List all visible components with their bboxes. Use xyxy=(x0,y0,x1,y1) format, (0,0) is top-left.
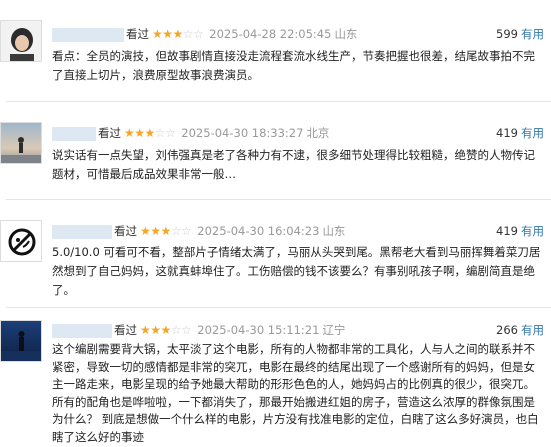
username[interactable] xyxy=(52,27,124,42)
review-time: 2025-04-28 22:05:45 xyxy=(209,27,332,41)
review-content: 5.0/10.0 可看可不看，整部片子情绪太满了，马丽从头哭到尾。黑帮老大看到马… xyxy=(52,245,541,297)
username[interactable] xyxy=(52,323,112,338)
vote-area: 419 有用 xyxy=(496,222,544,240)
review-location: 山东 xyxy=(334,27,358,41)
vote-area: 599 有用 xyxy=(496,25,544,43)
watched-label: 看过 xyxy=(98,126,121,140)
rating-stars: ★★★☆☆ xyxy=(152,27,204,41)
avatar[interactable] xyxy=(0,20,42,62)
username[interactable] xyxy=(52,224,112,239)
review-content: 看点：全员的演技，但故事剧情直接没走流程套流水线生产，节奏把握也很差，结尾故事拍… xyxy=(52,49,535,82)
review-meta: 看过 ★★★☆☆ 2025-04-30 15:11:21 辽宁 xyxy=(52,321,345,339)
vote-count: 599 xyxy=(496,27,518,41)
review-meta: 看过 ★★★☆☆ 2025-04-30 16:04:23 山东 xyxy=(52,222,345,240)
review-location: 北京 xyxy=(306,126,330,140)
divider xyxy=(6,307,551,308)
review-time: 2025-04-30 18:33:27 xyxy=(181,126,304,140)
review-content: 说实话有一点失望，刘伟强真是老了各种力有不逮，很多细节处理得比较粗糙，绝赞的人物… xyxy=(52,148,535,181)
vote-count: 266 xyxy=(496,323,518,337)
useful-button[interactable]: 有用 xyxy=(521,27,544,41)
watched-label: 看过 xyxy=(126,27,149,41)
rating-stars: ★★★☆☆ xyxy=(140,224,192,238)
review-time: 2025-04-30 15:11:21 xyxy=(197,323,320,337)
divider xyxy=(6,199,551,200)
watched-label: 看过 xyxy=(114,224,137,238)
avatar[interactable] xyxy=(0,220,42,262)
useful-button[interactable]: 有用 xyxy=(521,126,544,140)
avatar[interactable] xyxy=(0,122,42,164)
review-meta: 看过 ★★★☆☆ 2025-04-28 22:05:45 山东 xyxy=(52,25,357,43)
rating-stars: ★★★☆☆ xyxy=(140,323,192,337)
vote-count: 419 xyxy=(496,224,518,238)
vote-count: 419 xyxy=(496,126,518,140)
username[interactable] xyxy=(52,126,96,141)
review-time: 2025-04-30 16:04:23 xyxy=(197,224,320,238)
rating-stars: ★★★☆☆ xyxy=(124,126,176,140)
watched-label: 看过 xyxy=(114,323,137,337)
review-meta: 看过 ★★★☆☆ 2025-04-30 18:33:27 北京 xyxy=(52,124,329,142)
review-location: 山东 xyxy=(322,224,346,238)
useful-button[interactable]: 有用 xyxy=(521,224,544,238)
vote-area: 419 有用 xyxy=(496,124,544,142)
divider xyxy=(6,101,551,102)
review-location: 辽宁 xyxy=(322,323,346,337)
useful-button[interactable]: 有用 xyxy=(521,323,544,337)
vote-area: 266 有用 xyxy=(496,321,544,339)
avatar[interactable] xyxy=(0,320,42,362)
